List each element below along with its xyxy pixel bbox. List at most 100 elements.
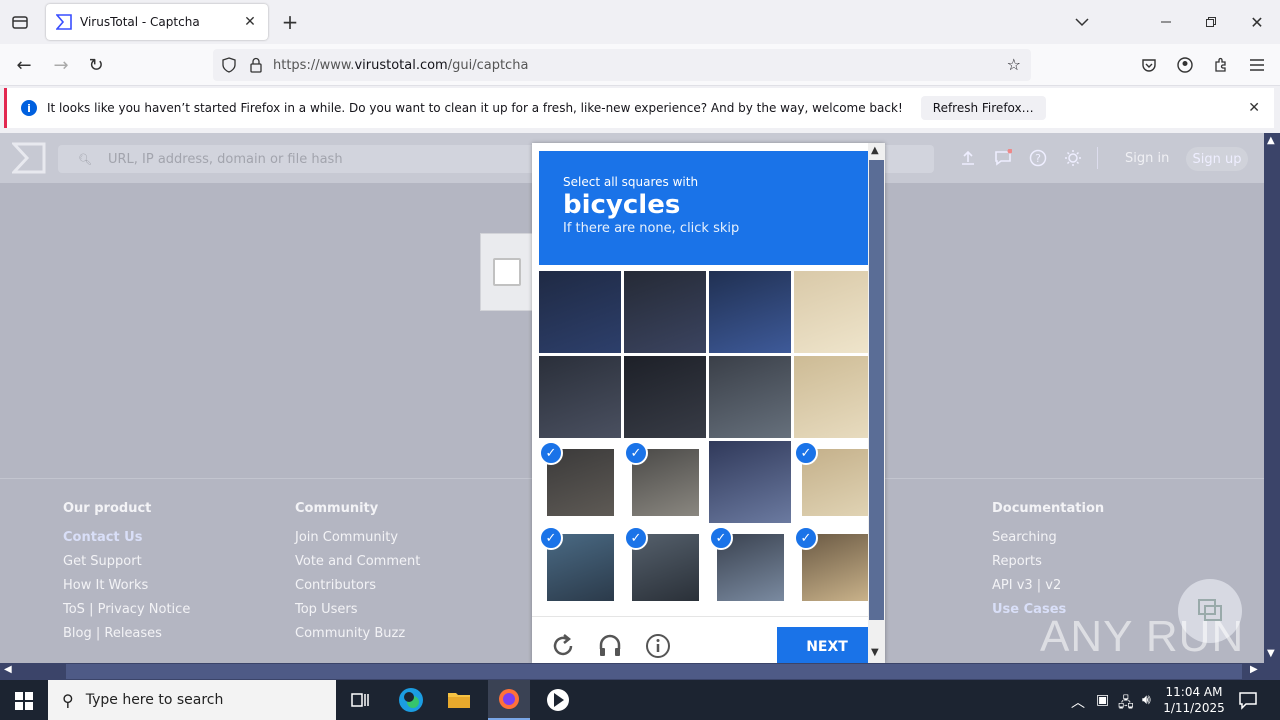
captcha-tile[interactable] [794,356,876,438]
tab-title: VirusTotal - Captcha [80,15,200,29]
next-button[interactable]: NEXT [777,627,877,663]
volume-icon[interactable]: 🔊︎ [1142,692,1151,708]
captcha-tile[interactable]: ✓ [624,441,706,523]
forward-icon[interactable]: → [51,55,71,76]
reload-icon[interactable]: ↻ [86,55,106,76]
help-icon[interactable]: ? [1029,149,1047,167]
tray-device-icon[interactable]: ▣ [1096,692,1109,708]
notification-message: It looks like you haven’t started Firefo… [47,101,903,115]
page-scroll-down-icon[interactable]: ▼ [1267,648,1275,659]
footer-link-blog-releases[interactable]: Blog | Releases [63,626,190,650]
scroll-down-icon[interactable]: ▼ [871,647,879,658]
captcha-tile[interactable]: ✓ [794,441,876,523]
captcha-tile[interactable]: ✓ [709,526,791,608]
bookmark-star-icon[interactable]: ☆ [1007,55,1021,74]
taskbar-search-placeholder: Type here to search [85,692,224,708]
notification-close-icon[interactable]: ✕ [1248,100,1260,116]
info-icon: i [21,100,37,116]
account-icon[interactable] [1175,55,1195,75]
extensions-icon[interactable] [1211,55,1231,75]
tab-virustotal[interactable]: VirusTotal - Captcha ✕ [46,4,268,40]
footer-link-api[interactable]: API v3 | v2 [992,578,1104,602]
windows-start-icon[interactable] [15,692,33,710]
reload-challenge-icon[interactable] [550,633,576,659]
captcha-tile[interactable] [539,356,621,438]
captcha-tile[interactable]: ✓ [539,441,621,523]
url-bar[interactable]: https://www.virustotal.com/gui/captcha ☆ [213,49,1031,81]
footer-link-contributors[interactable]: Contributors [295,578,420,602]
tile-selected-check-icon: ✓ [624,526,648,550]
taskbar-clock[interactable]: 11:04 AM 1/11/2025 [1162,684,1226,716]
footer-link-vote-comment[interactable]: Vote and Comment [295,554,420,578]
new-tab-icon[interactable]: + [280,10,300,34]
captcha-target: bicycles [563,190,681,220]
sign-in-link[interactable]: Sign in [1125,151,1169,166]
anyrun-app-icon[interactable] [542,684,574,716]
footer-link-reports[interactable]: Reports [992,554,1104,578]
upload-icon[interactable] [959,149,977,167]
footer-link-searching[interactable]: Searching [992,530,1104,554]
network-icon[interactable]: 🖧︎ [1118,692,1134,716]
footer-heading: Community [295,501,379,516]
footer-link-how-it-works[interactable]: How It Works [63,578,190,602]
firefox-taskbar-button[interactable] [488,680,530,720]
footer-link-join-community[interactable]: Join Community [295,530,420,554]
app-menu-icon[interactable] [1247,55,1267,75]
footer-col-documentation: Documentation Searching Reports API v3 |… [992,501,1104,626]
tracking-protection-icon[interactable] [221,57,237,73]
horizontal-scroll-thumb[interactable] [66,664,1242,679]
footer-link-get-support[interactable]: Get Support [63,554,190,578]
captcha-tile[interactable] [709,441,791,523]
pocket-icon[interactable] [1139,55,1159,75]
refresh-firefox-button[interactable]: Refresh Firefox… [920,96,1046,120]
footer-link-contact-us[interactable]: Contact Us [63,530,190,554]
notifications-icon[interactable] [994,149,1012,167]
lock-icon[interactable] [249,57,263,73]
captcha-tile[interactable]: ✓ [794,526,876,608]
anyrun-watermark: ANY RUN [1040,612,1245,661]
clock-time: 11:04 AM [1165,685,1223,699]
recaptcha-checkbox[interactable] [493,258,521,286]
audio-challenge-icon[interactable] [597,633,623,659]
captcha-tile[interactable] [624,356,706,438]
tile-selected-check-icon: ✓ [539,441,563,465]
captcha-tile[interactable] [709,356,791,438]
scroll-right-icon[interactable]: ▶ [1250,664,1258,675]
captcha-tile[interactable] [539,271,621,353]
captcha-tile[interactable] [624,271,706,353]
captcha-scroll-thumb[interactable] [869,160,884,620]
file-explorer-icon[interactable] [443,684,475,716]
task-view-icon[interactable] [344,684,376,716]
footer-link-top-users[interactable]: Top Users [295,602,420,626]
theme-toggle-icon[interactable] [1064,149,1082,167]
scroll-up-icon[interactable]: ▲ [871,145,879,156]
clock-date: 1/11/2025 [1163,701,1225,715]
footer-link-tos-privacy[interactable]: ToS | Privacy Notice [63,602,190,626]
virustotal-logo-icon[interactable] [12,142,46,174]
captcha-tile[interactable] [794,271,876,353]
page-horizontal-scrollbar[interactable]: ◀ ▶ [0,663,1280,680]
taskbar-search-box[interactable]: ⚲ Type here to search [48,680,336,720]
page-vertical-scrollbar[interactable]: ▲ ▼ [1264,133,1280,663]
action-center-icon[interactable] [1238,690,1258,710]
restore-icon[interactable] [1201,12,1221,32]
list-tabs-icon[interactable] [1072,12,1092,32]
page-scroll-up-icon[interactable]: ▲ [1267,135,1275,146]
captcha-tile[interactable]: ✓ [624,526,706,608]
url-text[interactable]: https://www.virustotal.com/gui/captcha [273,58,528,73]
captcha-tile[interactable] [709,271,791,353]
close-window-icon[interactable]: ✕ [1247,12,1267,32]
captcha-scrollbar[interactable]: ▲ ▼ [868,143,885,663]
info-help-icon[interactable] [645,633,671,659]
sign-up-button[interactable]: Sign up [1186,147,1248,171]
scroll-left-icon[interactable]: ◀ [4,664,12,675]
captcha-tile[interactable]: ✓ [539,526,621,608]
minimize-icon[interactable] [1156,12,1176,32]
tray-chevron-icon[interactable]: ︿ [1071,692,1085,712]
footer-link-community-buzz[interactable]: Community Buzz [295,626,420,650]
captcha-hint: If there are none, click skip [563,221,740,236]
tab-close-icon[interactable]: ✕ [242,14,258,30]
edge-icon[interactable] [395,684,427,716]
back-icon[interactable]: ← [14,55,34,76]
firefox-view-icon[interactable] [10,12,30,32]
